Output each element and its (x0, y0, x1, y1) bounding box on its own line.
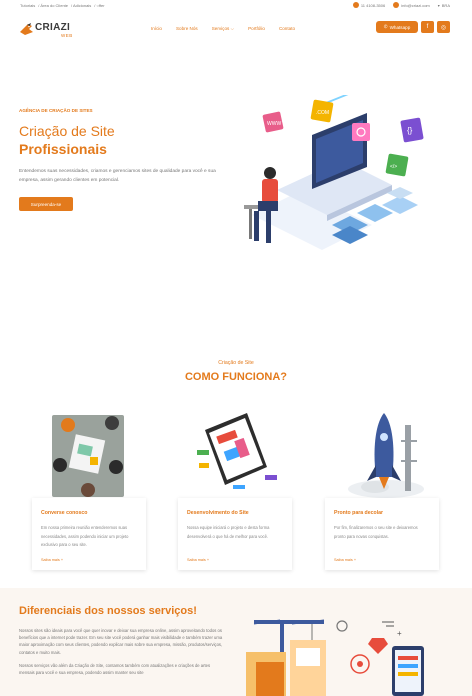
top-links: Tutoriais / Área do Cliente / Adicionais… (20, 3, 105, 8)
whatsapp-icon: ✆ (383, 24, 388, 29)
step-3-more-link[interactable]: Saiba mais + (334, 558, 356, 562)
main-nav: Início Sobre Nós Serviços ⌵ Portfólio Co… (151, 26, 295, 31)
language-selector[interactable]: ▾ BRA (438, 3, 450, 8)
step-3-text: Por fim, finalizaremos o seu site e deix… (334, 525, 418, 539)
how-title: COMO FUNCIONA? (184, 371, 288, 383)
top-link-client-area[interactable]: / Área do Cliente (38, 3, 68, 8)
differentials-text: Nossos sites são ideais para você que qu… (19, 627, 224, 682)
logo-subtext: WEB (61, 33, 73, 38)
step-card-3: Pronto para decolar Por fim, finalizarem… (325, 498, 439, 570)
nav-item-about[interactable]: Sobre Nós (176, 26, 198, 31)
hero-cta-button[interactable]: Surpreenda-se (19, 197, 73, 211)
nav-item-home[interactable]: Início (151, 26, 162, 31)
how-eyebrow: Criação de Site (218, 360, 254, 366)
logo[interactable]: CRIAZI WEB (19, 20, 79, 38)
facebook-button[interactable]: f (421, 21, 434, 33)
top-link-tutorials[interactable]: Tutoriais (20, 3, 35, 8)
step-2-image (187, 405, 282, 500)
nav-item-portfolio[interactable]: Portfólio (248, 26, 265, 31)
facebook-icon: f (426, 24, 429, 30)
differentials-paragraph-2: Nossos serviços vão além da Criação de S… (19, 662, 211, 676)
top-link-offer[interactable]: / ○ffer (94, 3, 104, 8)
differentials-paragraph-1: Nossos sites são ideais para você que qu… (19, 628, 223, 655)
step-1-text: Em nossa primeira reunião entenderemos s… (41, 525, 129, 548)
instagram-icon: ◎ (440, 24, 447, 31)
step-2-title: Desenvolvimento do Site (187, 510, 249, 516)
svg-text:WWW: WWW (267, 121, 281, 127)
svg-text:+: + (397, 629, 402, 638)
phone-text: 11 4108-3506 (360, 2, 386, 8)
hero-title-line1: Criação de Site (19, 123, 115, 139)
mail-icon (393, 2, 400, 8)
hero-illustration: WWW .COM {} </> (232, 91, 432, 265)
step-card-2: Desenvolvimento do Site Nossa equipe ini… (178, 498, 292, 570)
svg-text:{}: {} (407, 126, 413, 135)
step-1-image (40, 405, 135, 500)
nav-item-contact[interactable]: Contato (279, 26, 295, 31)
logo-text: CRIAZI (35, 22, 71, 33)
instagram-button[interactable]: ◎ (437, 21, 450, 33)
whatsapp-button[interactable]: ✆ Whatsapp (376, 21, 418, 33)
step-1-title: Converse conosco (41, 510, 88, 516)
chevron-down-icon: ▾ (437, 2, 440, 8)
hero-eyebrow: AGÊNCIA DE CRIAÇÃO DE SITES (19, 108, 93, 113)
hero-title-line2: Profissionais (19, 141, 107, 157)
step-card-1: Converse conosco Em nossa primeira reuni… (32, 498, 146, 570)
top-bar: Tutoriais / Área do Cliente / Adicionais… (0, 0, 472, 11)
whatsapp-label: Whatsapp (389, 24, 411, 30)
hero-description: Entendemos suas necessidades, criamos e … (19, 169, 216, 183)
step-1-more-link[interactable]: Saiba mais + (41, 558, 63, 562)
header: CRIAZI WEB Início Sobre Nós Serviços ⌵ P… (0, 14, 472, 42)
step-3-title: Pronto para decolar (334, 510, 384, 516)
step-2-text: Nossa equipe iniciará o projeto e desta … (187, 525, 270, 539)
email-text: info@criazi.com (401, 2, 430, 8)
email-link[interactable]: info@criazi.com (393, 2, 430, 8)
step-2-more-link[interactable]: Saiba mais + (187, 558, 209, 562)
language-text: BRA (441, 2, 450, 8)
differentials-illustration: + (242, 612, 432, 696)
step-3-image (339, 405, 434, 500)
differentials-title: Diferenciais dos nossos serviços! (19, 605, 197, 617)
nav-item-services[interactable]: Serviços ⌵ (212, 26, 234, 31)
svg-text:</>: </> (390, 164, 397, 170)
top-link-extras[interactable]: / Adicionais (71, 3, 91, 8)
phone-icon (352, 2, 359, 8)
phone-link[interactable]: 11 4108-3506 (352, 2, 386, 8)
svg-text:.COM: .COM (316, 110, 329, 116)
top-contact: 11 4108-3506 info@criazi.com ▾ BRA (352, 2, 450, 8)
